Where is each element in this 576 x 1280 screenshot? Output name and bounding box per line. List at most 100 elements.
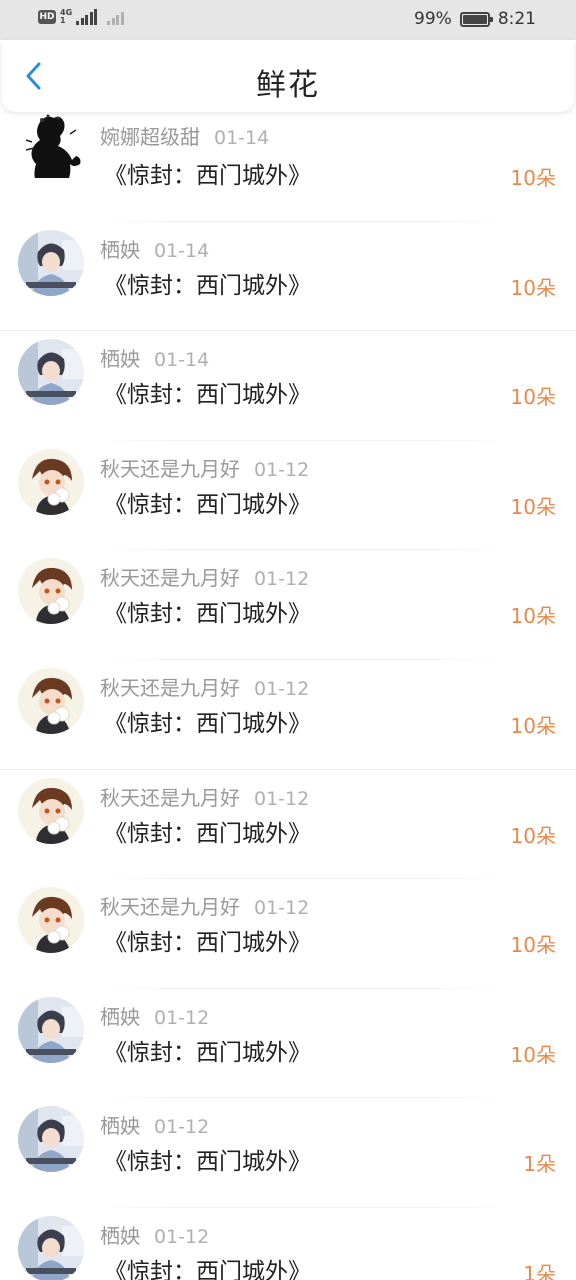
flower-list: 婉娜超级甜 01-14 《惊封：西门城外》 10朵 栖姎 01-14 《惊封：西门城外》 10… xyxy=(0,112,576,1280)
item-meta: 栖姎 01-12 xyxy=(100,1220,209,1249)
book-title[interactable]: 《惊封：西门城外》 xyxy=(104,923,311,957)
status-bar-left: HD 4G 1 xyxy=(38,9,124,25)
book-title[interactable]: 《惊封：西门城外》 xyxy=(104,1142,311,1176)
item-meta: 秋天还是九月好 01-12 xyxy=(100,672,309,701)
user-name[interactable]: 秋天还是九月好 xyxy=(100,895,240,919)
date: 01-12 xyxy=(154,1225,210,1248)
anime-boy-blue-avatar-image xyxy=(18,996,84,1063)
user-name[interactable]: 栖姎 xyxy=(100,1005,140,1029)
item-meta: 栖姎 01-14 xyxy=(100,343,209,372)
anime-boy-blue-avatar[interactable] xyxy=(18,1106,84,1173)
battery-level xyxy=(462,14,487,24)
book-title[interactable]: 《惊封：西门城外》 xyxy=(104,485,311,519)
nav-header: 鲜花 xyxy=(2,40,574,112)
clock: 8:21 xyxy=(497,9,536,29)
user-name[interactable]: 秋天还是九月好 xyxy=(100,676,240,700)
anime-boy-brown-avatar-image xyxy=(18,448,84,515)
item-meta: 栖姎 01-14 xyxy=(100,234,209,263)
anime-boy-blue-avatar[interactable] xyxy=(18,1215,84,1280)
book-title[interactable]: 《惊封：西门城外》 xyxy=(104,375,311,409)
flower-count: 10朵 xyxy=(510,385,556,410)
flower-count: 10朵 xyxy=(510,166,556,190)
item-meta: 栖姎 01-12 xyxy=(100,1001,209,1030)
user-name[interactable]: 秋天还是九月好 xyxy=(100,566,240,590)
list-item[interactable]: 秋天还是九月好 01-12 《惊封：西门城外》 10朵 xyxy=(0,660,576,770)
flower-count: 10朵 xyxy=(510,713,556,738)
flower-count: 10朵 xyxy=(510,494,556,519)
user-name[interactable]: 栖姎 xyxy=(100,238,140,262)
status-bar-right: 99% 8:21 xyxy=(414,9,536,29)
flower-count: 10朵 xyxy=(510,1042,556,1067)
network-type-bottom: 1 xyxy=(60,16,66,25)
book-title[interactable]: 《惊封：西门城外》 xyxy=(104,156,311,190)
anime-boy-brown-avatar[interactable] xyxy=(18,887,84,954)
book-title[interactable]: 《惊封：西门城外》 xyxy=(104,1033,311,1067)
signal-icon xyxy=(76,9,98,25)
flower-count: 10朵 xyxy=(510,823,556,848)
book-title[interactable]: 《惊封：西门城外》 xyxy=(104,266,311,300)
flower-count: 10朵 xyxy=(510,604,556,629)
anime-boy-blue-avatar-image xyxy=(18,1106,84,1173)
date: 01-14 xyxy=(154,239,210,262)
anime-boy-brown-avatar[interactable] xyxy=(18,448,84,515)
list-item[interactable]: 秋天还是九月好 01-12 《惊封：西门城外》 10朵 xyxy=(0,550,576,660)
date: 01-12 xyxy=(254,677,310,700)
anime-boy-blue-avatar[interactable] xyxy=(18,996,84,1063)
list-item[interactable]: 栖姎 01-12 《惊封：西门城外》 10朵 xyxy=(0,989,576,1099)
book-title[interactable]: 《惊封：西门城外》 xyxy=(104,594,311,628)
user-name[interactable]: 婉娜超级甜 xyxy=(100,125,200,149)
list-item[interactable]: 秋天还是九月好 01-12 《惊封：西门城外》 10朵 xyxy=(0,770,576,880)
silhouette-avatar[interactable] xyxy=(18,112,84,178)
item-meta: 秋天还是九月好 01-12 xyxy=(100,782,309,811)
signal-secondary-icon xyxy=(107,9,124,25)
silhouette-avatar-image xyxy=(25,114,81,178)
list-item[interactable]: 秋天还是九月好 01-12 《惊封：西门城外》 10朵 xyxy=(0,879,576,989)
item-meta: 栖姎 01-12 xyxy=(100,1110,209,1139)
flower-count: 1朵 xyxy=(523,1152,556,1177)
user-name[interactable]: 栖姎 xyxy=(100,1224,140,1248)
book-title[interactable]: 《惊封：西门城外》 xyxy=(104,1252,311,1280)
item-meta: 秋天还是九月好 01-12 xyxy=(100,453,309,482)
list-item[interactable]: 秋天还是九月好 01-12 《惊封：西门城外》 10朵 xyxy=(0,441,576,551)
battery-icon xyxy=(459,11,493,27)
user-name[interactable]: 栖姎 xyxy=(100,1114,140,1138)
anime-boy-brown-avatar-image xyxy=(18,777,84,844)
date: 01-14 xyxy=(214,127,270,149)
list-item[interactable]: 栖姎 01-12 《惊封：西门城外》 1朵 xyxy=(0,1098,576,1208)
flower-count: 1朵 xyxy=(523,1261,556,1280)
anime-boy-brown-avatar[interactable] xyxy=(18,558,84,625)
anime-boy-blue-avatar[interactable] xyxy=(18,229,84,296)
anime-boy-blue-avatar[interactable] xyxy=(18,339,84,406)
anime-boy-brown-avatar-image xyxy=(18,558,84,625)
date: 01-14 xyxy=(154,349,210,372)
battery-percent: 99% xyxy=(414,9,452,29)
item-meta: 秋天还是九月好 01-12 xyxy=(100,891,309,920)
anime-boy-blue-avatar-image xyxy=(18,229,84,296)
page-title: 鲜花 xyxy=(256,68,320,103)
anime-boy-blue-avatar-image xyxy=(18,1215,84,1280)
user-name[interactable]: 栖姎 xyxy=(100,347,140,371)
flower-count: 10朵 xyxy=(510,933,556,958)
anime-boy-brown-avatar[interactable] xyxy=(18,667,84,734)
date: 01-12 xyxy=(154,1006,210,1029)
book-title[interactable]: 《惊封：西门城外》 xyxy=(104,704,311,738)
flower-count: 10朵 xyxy=(510,275,556,300)
anime-boy-blue-avatar-image xyxy=(18,339,84,406)
list-item[interactable]: 婉娜超级甜 01-14 《惊封：西门城外》 10朵 xyxy=(0,112,576,222)
list-item[interactable]: 栖姎 01-12 《惊封：西门城外》 1朵 xyxy=(0,1208,576,1280)
item-meta: 秋天还是九月好 01-12 xyxy=(100,562,309,591)
date: 01-12 xyxy=(254,897,310,920)
user-name[interactable]: 秋天还是九月好 xyxy=(100,457,240,481)
date: 01-12 xyxy=(254,787,310,810)
book-title[interactable]: 《惊封：西门城外》 xyxy=(104,814,311,848)
status-bar: HD 4G 1 99% 8:21 xyxy=(0,0,576,40)
hd-badge: HD xyxy=(38,10,56,24)
date: 01-12 xyxy=(154,1116,210,1139)
anime-boy-brown-avatar-image xyxy=(18,887,84,954)
anime-boy-brown-avatar[interactable] xyxy=(18,777,84,844)
network-type: 4G 1 xyxy=(60,9,72,25)
list-item[interactable]: 栖姎 01-14 《惊封：西门城外》 10朵 xyxy=(0,222,576,332)
date: 01-12 xyxy=(254,458,310,481)
list-item[interactable]: 栖姎 01-14 《惊封：西门城外》 10朵 xyxy=(0,331,576,441)
user-name[interactable]: 秋天还是九月好 xyxy=(100,786,240,810)
